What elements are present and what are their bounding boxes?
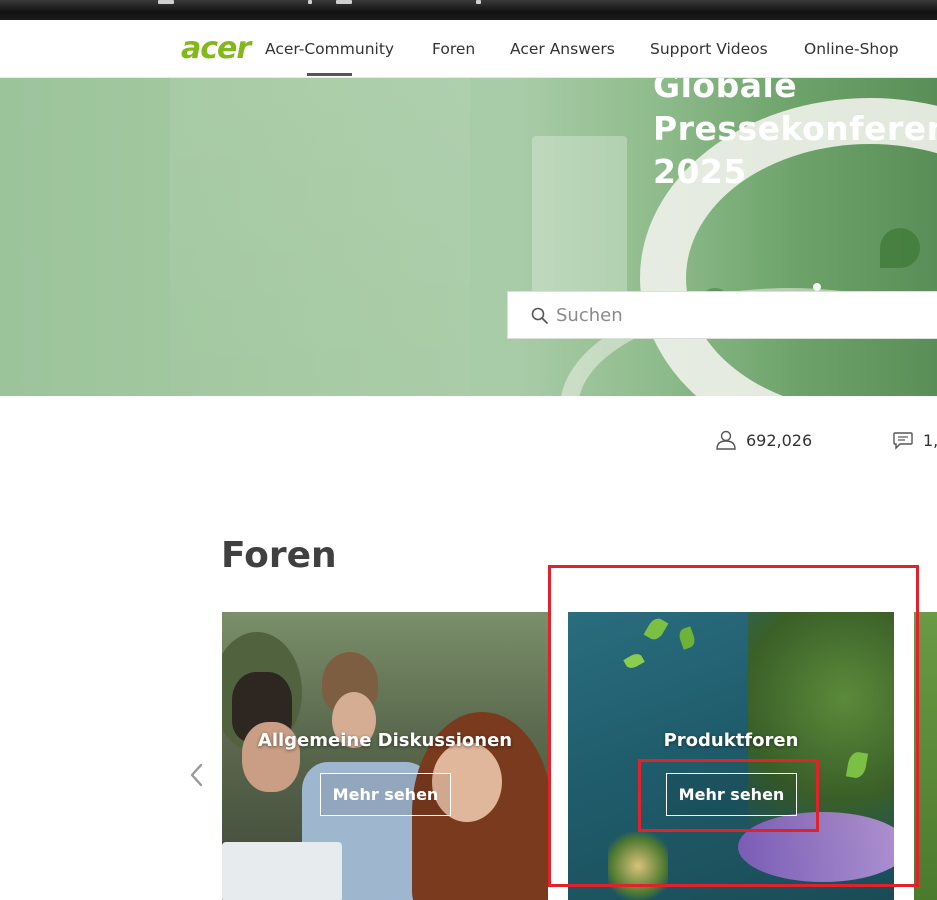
- search-box[interactable]: [507, 291, 937, 339]
- card-purple-shape: [738, 812, 894, 882]
- hero-haze: [170, 78, 470, 396]
- posts-stat: 1,: [892, 428, 937, 452]
- chevron-left-icon[interactable]: [188, 762, 206, 788]
- top-strip-glyphs: [158, 0, 488, 6]
- hero-title: Globale Pressekonferenz 2025: [653, 78, 937, 193]
- site-header: acer Acer-Community Foren Acer Answers S…: [0, 20, 937, 78]
- forum-card-general[interactable]: Allgemeine Diskussionen Mehr sehen: [222, 612, 548, 900]
- browser-top-strip: [0, 0, 937, 20]
- user-icon: [716, 430, 736, 450]
- members-stat: 692,026: [715, 428, 812, 452]
- card-photo-shape: [222, 842, 342, 900]
- mehr-sehen-button[interactable]: Mehr sehen: [666, 773, 797, 816]
- search-icon: [531, 307, 548, 324]
- hero-title-line: 2025: [653, 152, 747, 191]
- search-input[interactable]: [556, 300, 926, 330]
- nav-acer-answers[interactable]: Acer Answers: [510, 20, 615, 78]
- card-leaf: [623, 651, 645, 671]
- comment-icon: [893, 432, 913, 450]
- forum-card-title: Produktforen: [663, 730, 799, 751]
- nav-foren[interactable]: Foren: [432, 20, 475, 78]
- hero-leaf: [880, 228, 920, 268]
- card-leaf: [677, 626, 697, 650]
- nav-online-shop[interactable]: Online-Shop: [804, 20, 899, 78]
- forum-card-next[interactable]: [914, 612, 937, 900]
- forums-section-title: Foren: [221, 535, 337, 576]
- hero-title-line: Globale: [653, 78, 798, 105]
- card-leaf: [643, 615, 669, 643]
- hero-banner[interactable]: Globale Pressekonferenz 2025: [0, 78, 937, 396]
- posts-count: 1,: [923, 430, 937, 450]
- svg-text:acer: acer: [181, 34, 253, 64]
- nav-acer-community[interactable]: Acer-Community: [265, 20, 394, 78]
- nav-support-videos[interactable]: Support Videos: [650, 20, 768, 78]
- hero-title-line: Pressekonferenz: [653, 109, 937, 148]
- forum-card-title: Allgemeine Diskussionen: [257, 730, 513, 751]
- acer-logo[interactable]: acer: [181, 34, 259, 64]
- forum-card-products[interactable]: Produktforen Mehr sehen: [568, 612, 894, 900]
- members-count: 692,026: [746, 430, 813, 450]
- card-flowers: [608, 832, 668, 900]
- hero-door-shape: [532, 136, 627, 316]
- mehr-sehen-button[interactable]: Mehr sehen: [320, 773, 451, 816]
